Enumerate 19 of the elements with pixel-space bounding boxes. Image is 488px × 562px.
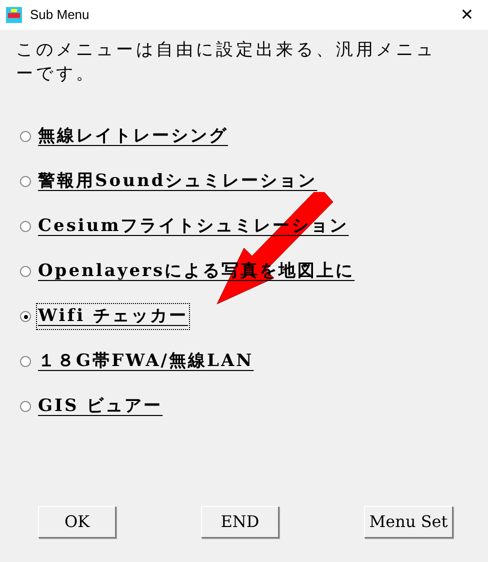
option-label[interactable]: 警報用Soundシュミレーション bbox=[37, 168, 318, 194]
radio-button[interactable] bbox=[20, 176, 31, 187]
window-title: Sub Menu bbox=[30, 6, 90, 24]
option-label[interactable]: GIS ビュアー bbox=[37, 394, 164, 420]
radio-button[interactable] bbox=[20, 221, 31, 232]
radio-button[interactable] bbox=[20, 401, 31, 412]
description: このメニューは自由に設定出来る、汎用メニューです。 bbox=[16, 39, 436, 86]
option-label[interactable]: １８G帯FWA/無線LAN bbox=[37, 348, 255, 374]
radio-button[interactable] bbox=[20, 311, 31, 322]
dialog-button[interactable]: Menu Set bbox=[364, 506, 453, 538]
close-button[interactable]: ✕ bbox=[452, 2, 482, 28]
option-label[interactable]: Wifi チェッカー bbox=[37, 304, 189, 330]
radio-button[interactable] bbox=[20, 266, 31, 277]
radio-button[interactable] bbox=[20, 131, 31, 142]
dialog-button[interactable]: OK bbox=[38, 506, 116, 538]
radio-button[interactable] bbox=[20, 356, 31, 367]
dialog-button[interactable]: END bbox=[201, 506, 279, 538]
option-label[interactable]: 無線レイトレーシング bbox=[37, 124, 229, 150]
app-icon bbox=[6, 7, 22, 23]
